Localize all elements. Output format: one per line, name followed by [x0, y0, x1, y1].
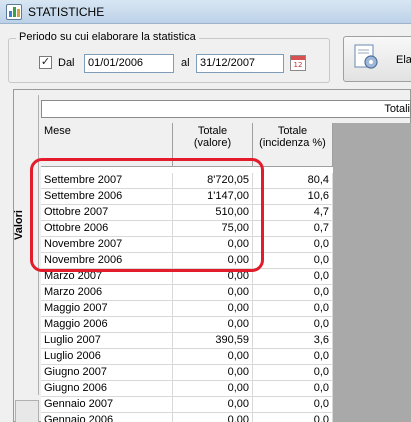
cell-mese: Gennaio 2007 — [41, 397, 173, 413]
cell-incidenza: 0,0 — [253, 365, 333, 381]
elabora-label: Ela — [396, 54, 411, 66]
cell-incidenza: 10,6 — [253, 189, 333, 205]
table-row[interactable]: Gennaio 2007 0,00 0,0 — [41, 397, 333, 413]
cell-valore: 0,00 — [173, 349, 253, 365]
dal-checkbox[interactable]: ✓ — [39, 56, 52, 69]
cell-valore: 0,00 — [173, 317, 253, 333]
cell-mese: Settembre 2006 — [41, 189, 173, 205]
grid-empty-area — [333, 123, 411, 422]
cell-mese: Settembre 2007 — [41, 173, 173, 189]
al-label: al — [181, 57, 190, 69]
date-from-field[interactable]: 01/01/2006 — [84, 54, 174, 73]
cell-mese: Gennaio 2006 — [41, 413, 173, 422]
cell-mese: Ottobre 2007 — [41, 205, 173, 221]
table-row[interactable]: Maggio 2007 0,00 0,0 — [41, 301, 333, 317]
cell-valore: 0,00 — [173, 301, 253, 317]
cell-incidenza: 80,4 — [253, 173, 333, 189]
window-title: STATISTICHE — [28, 5, 105, 19]
cell-incidenza: 0,0 — [253, 349, 333, 365]
cell-mese: Marzo 2006 — [41, 285, 173, 301]
cell-incidenza: 0,0 — [253, 317, 333, 333]
cell-incidenza: 4,7 — [253, 205, 333, 221]
calendar-icon[interactable]: 12 — [290, 55, 306, 71]
cell-incidenza: 0,0 — [253, 269, 333, 285]
cell-mese: Novembre 2006 — [41, 253, 173, 269]
table-row[interactable]: Ottobre 2006 75,00 0,7 — [41, 221, 333, 237]
incidenza-header-line2: (incidenza %) — [259, 137, 326, 149]
cell-valore: 1'147,00 — [173, 189, 253, 205]
cell-incidenza: 3,6 — [253, 333, 333, 349]
totali-bar: Totali — [41, 100, 411, 118]
cell-valore: 0,00 — [173, 285, 253, 301]
statistics-grid[interactable]: Mese Totale (valore) Totale (incidenza %… — [41, 123, 333, 422]
table-row[interactable]: Luglio 2007 390,59 3,6 — [41, 333, 333, 349]
cell-incidenza: 0,0 — [253, 237, 333, 253]
cell-mese: Marzo 2007 — [41, 269, 173, 285]
valore-header-line2: (valore) — [193, 137, 232, 149]
table-row[interactable]: Marzo 2007 0,00 0,0 — [41, 269, 333, 285]
cell-incidenza: 0,0 — [253, 253, 333, 269]
table-row[interactable]: Ottobre 2007 510,00 4,7 — [41, 205, 333, 221]
cell-valore: 0,00 — [173, 253, 253, 269]
cell-incidenza: 0,7 — [253, 221, 333, 237]
cell-valore: 0,00 — [173, 365, 253, 381]
cell-mese: Ottobre 2006 — [41, 221, 173, 237]
cell-mese: Giugno 2006 — [41, 381, 173, 397]
cell-valore: 75,00 — [173, 221, 253, 237]
table-row[interactable]: Luglio 2006 0,00 0,0 — [41, 349, 333, 365]
cell-valore: 0,00 — [173, 237, 253, 253]
table-row[interactable]: Novembre 2007 0,00 0,0 — [41, 237, 333, 253]
cell-valore: 510,00 — [173, 205, 253, 221]
table-row[interactable]: Novembre 2006 0,00 0,0 — [41, 253, 333, 269]
totali-label: Totali — [384, 103, 410, 115]
column-header-incidenza[interactable]: Totale (incidenza %) — [253, 123, 333, 167]
cell-incidenza: 0,0 — [253, 381, 333, 397]
period-group-label: Periodo su cui elaborare la statistica — [16, 31, 199, 43]
dal-label: Dal — [58, 57, 75, 69]
table-row[interactable]: Gennaio 2006 0,00 0,0 — [41, 413, 333, 422]
cell-valore: 0,00 — [173, 381, 253, 397]
statistics-app-icon — [6, 4, 22, 20]
cell-valore: 8'720,05 — [173, 173, 253, 189]
column-header-valore[interactable]: Totale (valore) — [173, 123, 253, 167]
cell-mese: Maggio 2006 — [41, 317, 173, 333]
table-row[interactable]: Settembre 2006 1'147,00 10,6 — [41, 189, 333, 205]
incidenza-header-line1: Totale — [277, 125, 308, 137]
valore-header-line1: Totale — [197, 125, 228, 137]
tab-valori[interactable] — [15, 95, 39, 395]
date-to-field[interactable]: 31/12/2007 — [196, 54, 284, 73]
cell-incidenza: 0,0 — [253, 301, 333, 317]
cell-incidenza: 0,0 — [253, 397, 333, 413]
cell-valore: 390,59 — [173, 333, 253, 349]
cell-valore: 0,00 — [173, 397, 253, 413]
cell-mese: Giugno 2007 — [41, 365, 173, 381]
tab-valori-label: Valori — [13, 210, 25, 240]
table-row[interactable]: Settembre 2007 8'720,05 80,4 — [41, 173, 333, 189]
cell-mese: Maggio 2007 — [41, 301, 173, 317]
cell-mese: Luglio 2006 — [41, 349, 173, 365]
elabora-button[interactable]: Ela — [343, 36, 411, 82]
table-row[interactable]: Giugno 2006 0,00 0,0 — [41, 381, 333, 397]
cell-incidenza: 0,0 — [253, 413, 333, 422]
cell-incidenza: 0,0 — [253, 285, 333, 301]
process-gear-icon — [354, 44, 378, 69]
table-row[interactable]: Marzo 2006 0,00 0,0 — [41, 285, 333, 301]
tab-secondary[interactable] — [15, 400, 39, 422]
cell-mese: Novembre 2007 — [41, 237, 173, 253]
table-row[interactable]: Giugno 2007 0,00 0,0 — [41, 365, 333, 381]
column-header-mese[interactable]: Mese — [41, 123, 173, 167]
cell-mese: Luglio 2007 — [41, 333, 173, 349]
table-row[interactable]: Maggio 2006 0,00 0,0 — [41, 317, 333, 333]
title-bar: STATISTICHE — [0, 0, 411, 24]
cell-valore: 0,00 — [173, 413, 253, 422]
cell-valore: 0,00 — [173, 269, 253, 285]
